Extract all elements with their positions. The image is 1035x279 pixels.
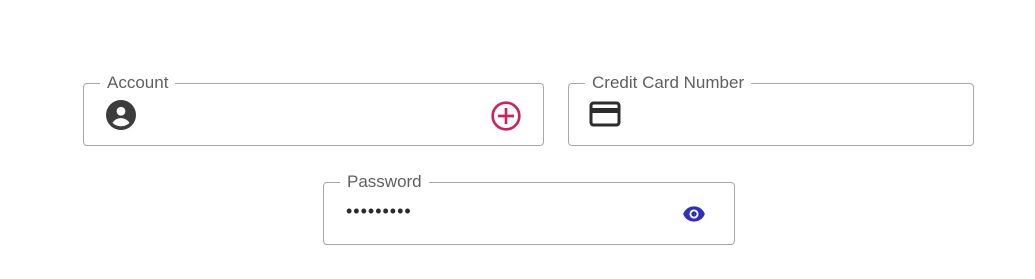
credit-card-label: Credit Card Number <box>585 73 752 93</box>
add-circle-outline-icon[interactable] <box>490 100 522 132</box>
password-value[interactable]: ••••••••• <box>346 201 412 222</box>
password-field[interactable]: Password ••••••••• <box>323 172 735 245</box>
credit-card-field[interactable]: Credit Card Number <box>568 73 974 146</box>
visibility-icon[interactable] <box>681 201 707 227</box>
account-label: Account <box>100 73 176 93</box>
account-circle-icon <box>106 100 136 130</box>
account-field[interactable]: Account <box>83 73 544 146</box>
credit-card-icon <box>589 100 621 128</box>
password-label: Password <box>340 172 429 192</box>
